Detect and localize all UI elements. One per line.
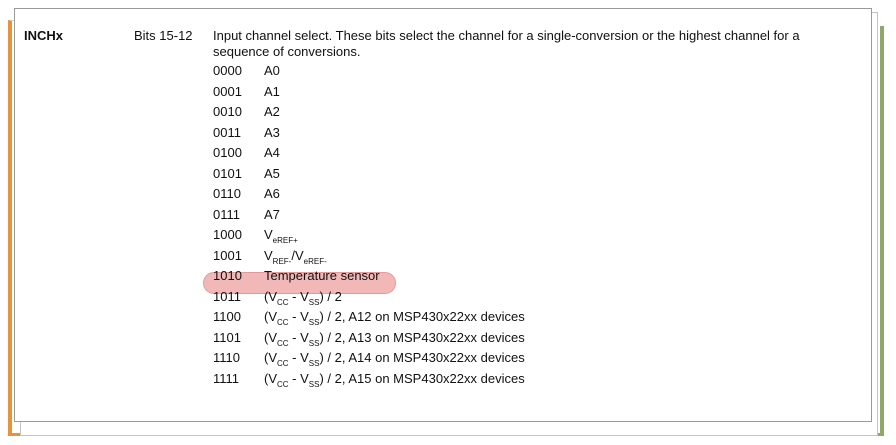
channel-text: A4 xyxy=(264,145,280,160)
channel-code: 1111 xyxy=(213,370,240,386)
channel-text: - V xyxy=(288,309,309,324)
channel-text: Temperature sensor xyxy=(264,268,380,283)
channel-text: A2 xyxy=(264,104,280,119)
channel-description: A0 xyxy=(264,63,280,79)
channel-description: A1 xyxy=(264,84,280,100)
channel-text: - V xyxy=(288,288,309,304)
channel-text: (V xyxy=(264,288,277,304)
channel-description: Temperature sensor xyxy=(264,268,380,284)
channel-code: 0111 xyxy=(213,206,240,222)
channel-code: 0000 xyxy=(213,63,242,78)
channel-description: A5 xyxy=(264,166,280,182)
channel-text: A3 xyxy=(264,124,280,140)
channel-code: 0011 xyxy=(213,124,241,140)
subscript-text: CC xyxy=(277,297,289,307)
channel-text: (V xyxy=(264,370,277,386)
subscript-text: SS xyxy=(308,297,320,307)
channel-code: 1011 xyxy=(213,288,241,304)
field-description: Input channel select. These bits select … xyxy=(213,28,800,59)
subscript-text: SS xyxy=(308,318,320,327)
channel-description: VeREF+ xyxy=(264,227,298,245)
channel-code: 1101 xyxy=(213,329,241,345)
subscript-text: eREF+ xyxy=(272,236,298,245)
field-bits: Bits 15-12 xyxy=(134,28,193,43)
channel-code: 1001 xyxy=(213,247,242,263)
field-name: INCHx xyxy=(24,28,64,43)
channel-description: A6 xyxy=(264,186,280,202)
channel-code: 1110 xyxy=(213,350,240,365)
channel-code: 1100 xyxy=(213,309,241,324)
channel-code: 0101 xyxy=(213,165,242,181)
channel-code: 0010 xyxy=(213,104,242,119)
channel-text: ) / 2, A14 on MSP430x22xx devices xyxy=(319,350,525,365)
channel-text: A0 xyxy=(264,63,280,78)
subscript-text: CC xyxy=(277,318,289,327)
channel-description: (VCC - VSS) / 2, A14 on MSP430x22xx devi… xyxy=(264,350,525,368)
subscript-text: eREF- xyxy=(303,256,327,266)
channel-text: /V xyxy=(291,247,304,263)
subscript-text: CC xyxy=(277,379,289,389)
channel-code: 0110 xyxy=(213,186,241,201)
channel-text: (V xyxy=(264,329,277,345)
channel-code: 1010 xyxy=(213,268,242,283)
channel-text: V xyxy=(264,227,273,242)
channel-code: 0100 xyxy=(213,145,242,160)
channel-text: A6 xyxy=(264,186,280,201)
channel-text: V xyxy=(264,247,273,263)
channel-description: (VCC - VSS) / 2, A13 on MSP430x22xx devi… xyxy=(264,330,525,348)
subscript-text: CC xyxy=(277,338,289,348)
channel-text: ) / 2, A12 on MSP430x22xx devices xyxy=(319,309,525,324)
subscript-text: SS xyxy=(308,379,320,389)
channel-text: ) / 2, A13 on MSP430x22xx devices xyxy=(319,329,525,345)
channel-text: A1 xyxy=(264,83,280,99)
channel-text: (V xyxy=(264,350,277,365)
channel-description: A4 xyxy=(264,145,280,161)
channel-description: VREF-/VeREF- xyxy=(264,248,327,266)
channel-description: A7 xyxy=(264,207,280,223)
subscript-text: REF- xyxy=(272,256,292,266)
channel-code: 1000 xyxy=(213,227,242,242)
subscript-text: SS xyxy=(308,338,320,348)
channel-code: 0001 xyxy=(213,83,242,99)
channel-description: (VCC - VSS) / 2, A15 on MSP430x22xx devi… xyxy=(264,371,525,389)
channel-text: A5 xyxy=(264,165,280,181)
channel-description: (VCC - VSS) / 2, A12 on MSP430x22xx devi… xyxy=(264,309,525,327)
channel-text: A7 xyxy=(264,206,280,222)
channel-text: ) / 2 xyxy=(319,288,342,304)
channel-description: A3 xyxy=(264,125,280,141)
subscript-text: SS xyxy=(308,359,320,368)
channel-text: ) / 2, A15 on MSP430x22xx devices xyxy=(319,370,525,386)
channel-description: (VCC - VSS) / 2 xyxy=(264,289,342,307)
channel-text: - V xyxy=(288,370,309,386)
channel-text: (V xyxy=(264,309,277,324)
channel-text: - V xyxy=(288,350,309,365)
subscript-text: CC xyxy=(277,359,289,368)
channel-description: A2 xyxy=(264,104,280,120)
channel-text: - V xyxy=(288,329,309,345)
